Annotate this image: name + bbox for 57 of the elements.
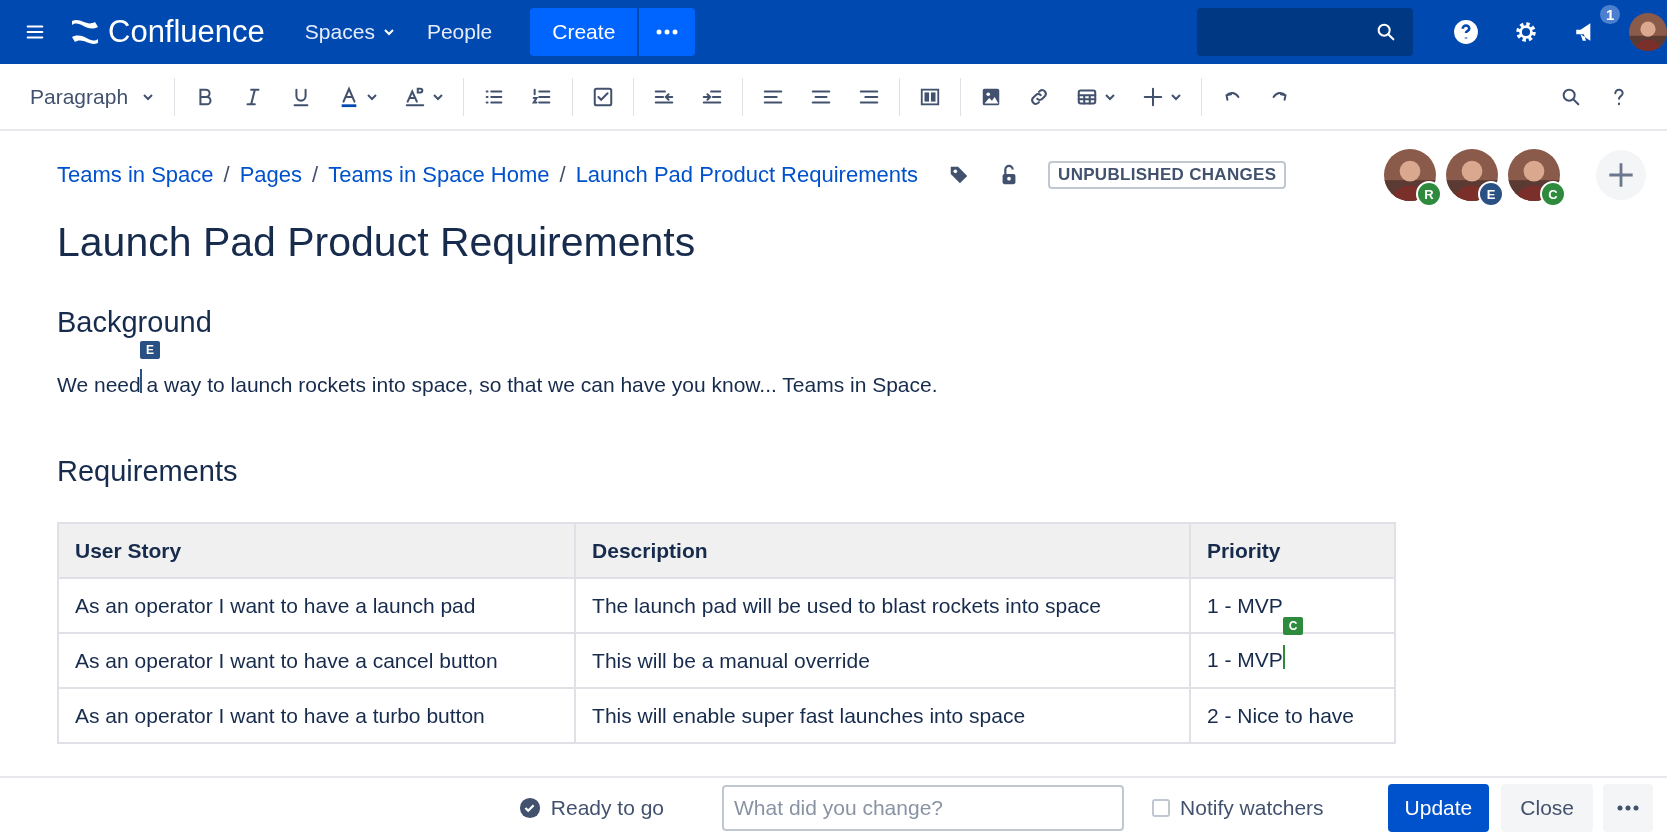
status-text: Ready to go — [550, 796, 665, 820]
table-cell: This will be a manual override — [575, 633, 1190, 688]
table-cell: The launch pad will be used to blast rockets into space — [575, 578, 1190, 633]
table-cell: 2 - Nice to have — [1189, 688, 1395, 743]
text-size-icon[interactable] — [404, 85, 427, 108]
breadcrumb-separator: / — [312, 162, 319, 188]
more-icon[interactable] — [656, 29, 679, 35]
nav-link[interactable]: People — [410, 20, 509, 44]
comment-field[interactable]: What did you change? — [722, 785, 1125, 831]
breadcrumb-separator: / — [559, 162, 566, 188]
add-collaborator-button[interactable] — [1596, 150, 1646, 200]
section-heading: Requirements — [57, 455, 238, 488]
plus-icon[interactable] — [1142, 85, 1165, 108]
collaborator-avatar — [1508, 149, 1560, 201]
settings-icon[interactable] — [1513, 19, 1539, 45]
table-cell: This will enable super fast launches into space — [575, 688, 1190, 743]
table-cell: As an operator I want to have a cancel button — [58, 633, 576, 688]
logo-text[interactable]: Confluence — [108, 14, 265, 50]
collaborator-avatar — [1384, 149, 1436, 201]
column-header: Description — [575, 523, 1190, 578]
table-cell: As an operator I want to have a turbo button — [58, 688, 576, 743]
breadcrumb-separator: / — [223, 162, 230, 188]
collaborator-badge: C — [1540, 181, 1566, 207]
plus-icon[interactable] — [1607, 161, 1635, 189]
check-circle-icon[interactable] — [518, 797, 541, 819]
search-icon[interactable] — [1375, 21, 1397, 43]
logo-icon[interactable] — [70, 19, 100, 45]
nav-link[interactable]: Spaces — [288, 20, 411, 44]
caret-icon[interactable] — [382, 26, 395, 38]
checkbox-label: Notify watchers — [1180, 796, 1324, 820]
user-avatar — [1629, 13, 1667, 51]
status-label: UNPUBLISHED CHANGES — [1048, 161, 1287, 189]
help-icon[interactable] — [1453, 19, 1479, 45]
column-header: Priority — [1189, 523, 1395, 578]
more-icon[interactable] — [1617, 805, 1639, 811]
paragraph-style-dropdown[interactable]: Paragraph — [24, 83, 161, 110]
cursor-flag: C — [1282, 617, 1304, 636]
close-button[interactable]: Close — [1501, 784, 1593, 832]
notify-checkbox[interactable] — [1152, 799, 1171, 817]
create-button[interactable]: Create — [530, 8, 638, 56]
breadcrumb-link[interactable]: Teams in Space Home — [328, 162, 550, 188]
breadcrumb-link[interactable]: Teams in Space — [57, 162, 214, 188]
checkbox-icon[interactable] — [592, 85, 615, 108]
table-cell: As an operator I want to have a launch pad — [58, 578, 576, 633]
breadcrumb-link[interactable]: Pages — [239, 162, 303, 188]
breadcrumb-link[interactable]: Launch Pad Product Requirements — [575, 162, 919, 188]
search-field[interactable] — [1197, 8, 1413, 56]
update-button[interactable]: Update — [1387, 784, 1490, 832]
notification-badge: 1 — [1600, 5, 1621, 24]
paragraph: We need a way to launch rockets into space, so that we can have you know... Teams in Space. — [57, 373, 938, 396]
collaborator-badge: R — [1416, 181, 1442, 207]
page-title: Launch Pad Product Requirements — [57, 219, 697, 266]
section-heading: Background — [57, 306, 212, 339]
collaborator-badge: E — [1478, 181, 1504, 207]
cursor-flag: E — [140, 341, 160, 359]
collaborator-avatar — [1446, 149, 1498, 201]
column-header: User Story — [58, 523, 576, 578]
